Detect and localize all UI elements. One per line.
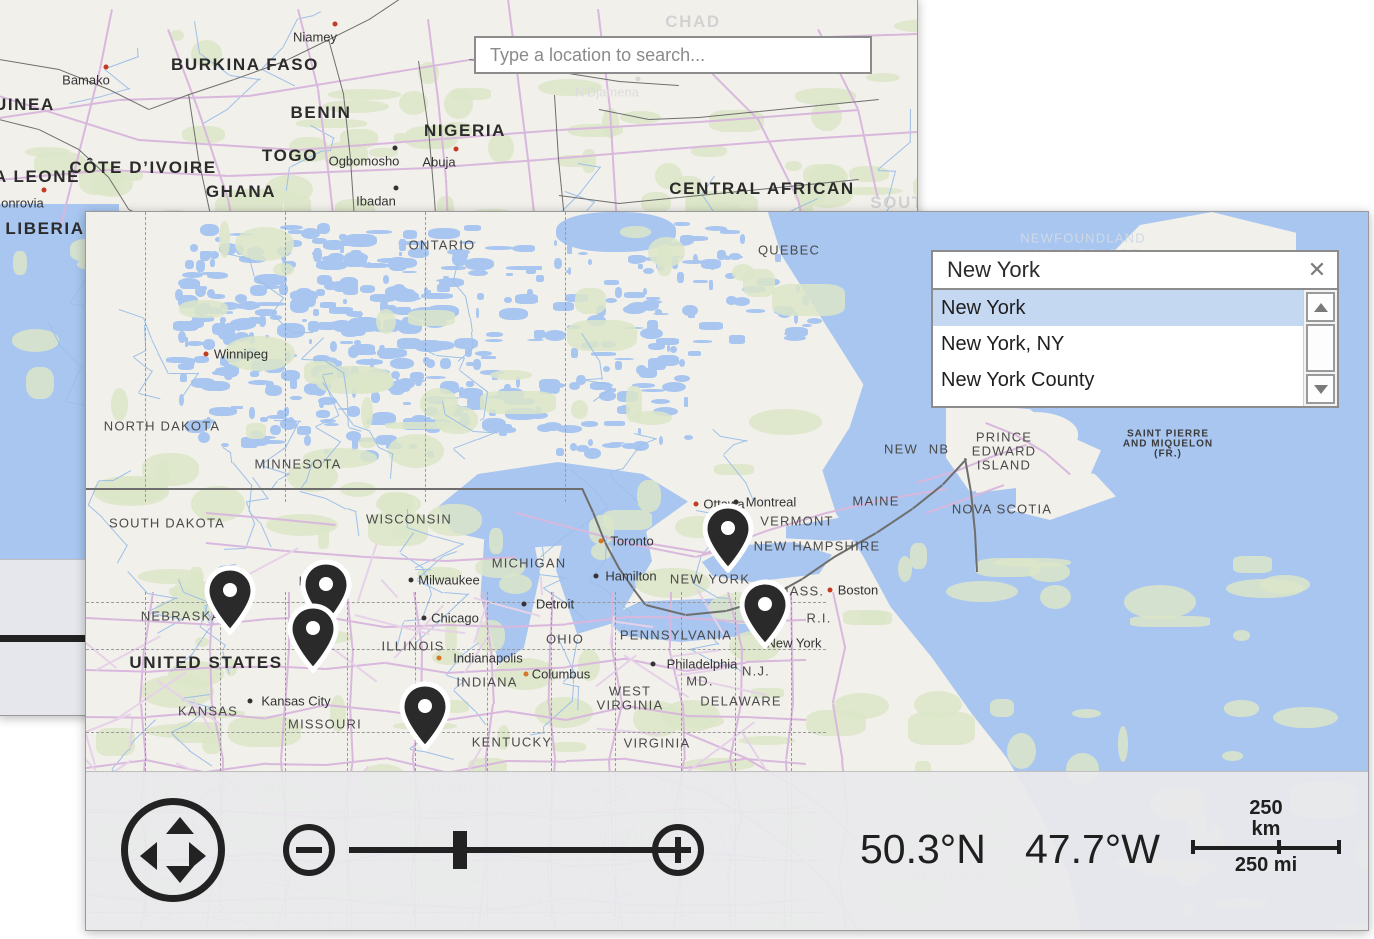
map-label: BENIN bbox=[291, 103, 352, 123]
map-label: Monrovia bbox=[0, 196, 44, 211]
city-dot bbox=[42, 188, 47, 193]
city-dot bbox=[333, 22, 338, 27]
search-bar[interactable]: ✕ bbox=[931, 250, 1339, 290]
chevron-up-icon bbox=[1314, 303, 1328, 312]
map-label: Ibadan bbox=[356, 194, 396, 209]
city-dot bbox=[454, 147, 459, 152]
pan-control[interactable] bbox=[121, 798, 225, 902]
map-pin-new-york-state[interactable] bbox=[702, 503, 754, 573]
map-pin-missouri-north[interactable] bbox=[287, 603, 339, 673]
city-dot bbox=[104, 65, 109, 70]
scroll-up-button[interactable] bbox=[1306, 292, 1335, 322]
zoom-out-button[interactable] bbox=[283, 824, 335, 876]
minus-icon bbox=[296, 847, 322, 853]
map-label: BURKINA FASO bbox=[171, 55, 319, 75]
map-label: TOGO bbox=[262, 146, 318, 166]
map-label: GHANA bbox=[206, 182, 276, 202]
map-label: CHAD bbox=[665, 12, 721, 32]
map-label: Ogbomosho bbox=[329, 154, 400, 169]
plus-icon-v bbox=[675, 837, 681, 863]
map-label: Bamako bbox=[62, 73, 110, 88]
map-pin-new-york-city[interactable] bbox=[739, 579, 791, 649]
suggestion-item-2[interactable]: New York County bbox=[933, 362, 1303, 398]
scale-bar: 250 km 250 mi bbox=[1191, 798, 1341, 877]
map-label: LIBERIA bbox=[5, 219, 84, 239]
search-input-background[interactable] bbox=[488, 44, 858, 67]
scale-km-value: 250 bbox=[1191, 798, 1341, 819]
close-icon[interactable]: ✕ bbox=[1301, 259, 1333, 281]
map-pin-nebraska[interactable] bbox=[204, 565, 256, 635]
city-dot bbox=[392, 146, 397, 151]
pan-right-icon[interactable] bbox=[189, 842, 206, 870]
suggestion-list[interactable]: New YorkNew York, NYNew York County bbox=[933, 290, 1303, 406]
latitude-readout: 50.3°N bbox=[860, 826, 986, 873]
map-controls-bar: 50.3°N 47.7°W 250 km 250 mi bbox=[86, 771, 1368, 930]
zoom-slider-thumb[interactable] bbox=[453, 831, 467, 869]
city-dot bbox=[635, 77, 640, 82]
search-input[interactable] bbox=[945, 256, 1301, 284]
scale-km-unit: km bbox=[1191, 819, 1341, 840]
map-label: Niamey bbox=[293, 30, 337, 45]
pan-left-icon[interactable] bbox=[140, 842, 157, 870]
map-label: Abuja bbox=[422, 155, 455, 170]
scale-ruler bbox=[1191, 840, 1341, 854]
zoom-slider-track-background[interactable] bbox=[0, 635, 89, 642]
map-pin-missouri-south[interactable] bbox=[399, 681, 451, 751]
map-label: CÔTE D’IVOIRE bbox=[69, 158, 216, 178]
city-dot bbox=[394, 186, 399, 191]
pan-up-icon[interactable] bbox=[166, 817, 194, 834]
map-label: SOUTH bbox=[870, 193, 917, 213]
map-label: SIERRA LEONE bbox=[0, 167, 80, 187]
zoom-in-button[interactable] bbox=[652, 824, 704, 876]
map-label: GUINEA bbox=[0, 95, 55, 115]
screen: BURKINA FASO BENIN NIGERIA TOGO GHANA CÔTE D’… bbox=[0, 0, 1374, 939]
zoom-slider-track[interactable] bbox=[349, 847, 679, 853]
map-label: N'Djamena bbox=[575, 85, 639, 100]
scrollbar-thumb[interactable] bbox=[1306, 324, 1335, 372]
map-label: CENTRAL AFRICAN bbox=[669, 179, 855, 199]
longitude-readout: 47.7°W bbox=[1025, 826, 1160, 873]
map-label: NIGERIA bbox=[424, 121, 506, 141]
suggestion-item-1[interactable]: New York, NY bbox=[933, 326, 1303, 362]
scale-mi-label: 250 mi bbox=[1191, 854, 1341, 877]
scroll-down-button[interactable] bbox=[1306, 374, 1335, 404]
map-window-foreground[interactable]: ONTARIOQUEBECNEWFOUNDLANDAND LABRADORNOR… bbox=[85, 211, 1369, 931]
chevron-down-icon bbox=[1314, 385, 1328, 394]
search-suggestions[interactable]: New YorkNew York, NYNew York County bbox=[931, 290, 1339, 408]
suggestions-scrollbar[interactable] bbox=[1303, 290, 1337, 406]
suggestion-item-0[interactable]: New York bbox=[933, 290, 1303, 326]
search-bar-background[interactable] bbox=[474, 36, 872, 74]
